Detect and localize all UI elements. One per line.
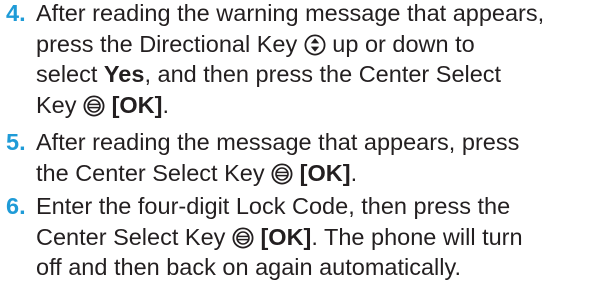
step-text: Enter the four-digit Lock Code, then pre… bbox=[36, 191, 588, 283]
instruction-page: 4. After reading the warning message tha… bbox=[0, 0, 590, 284]
text-line: press the Directional Key up or down to bbox=[36, 30, 475, 57]
ok-label: [OK] bbox=[299, 159, 351, 186]
center-select-key-icon bbox=[83, 95, 105, 117]
text-line: select Yes, and then press the Center Se… bbox=[36, 61, 502, 88]
step-5: 5. After reading the message that appear… bbox=[6, 127, 588, 188]
center-select-key-icon bbox=[271, 163, 293, 185]
step-text: After reading the message that appears, … bbox=[36, 127, 588, 188]
text-line: After reading the message that appears, … bbox=[36, 129, 520, 155]
text-line: off and then back on again automatically… bbox=[36, 254, 462, 281]
step-4: 4. After reading the warning message tha… bbox=[6, 0, 588, 121]
step-number: 5. bbox=[6, 129, 26, 155]
step-number: 4. bbox=[6, 0, 26, 26]
step-text: After reading the warning message that a… bbox=[36, 0, 588, 121]
directional-key-icon bbox=[304, 34, 326, 56]
text-line: Key [OK]. bbox=[36, 92, 169, 119]
step-6: 6. Enter the four-digit Lock Code, then … bbox=[6, 191, 588, 283]
ok-label: [OK] bbox=[111, 92, 163, 119]
text-line: After reading the warning message that a… bbox=[36, 0, 545, 26]
text-line: Enter the four-digit Lock Code, then pre… bbox=[36, 193, 511, 219]
text-line: Center Select Key [OK]. The phone will t… bbox=[36, 223, 523, 250]
text-line: the Center Select Key [OK]. bbox=[36, 159, 358, 186]
ok-label: [OK] bbox=[260, 223, 312, 250]
center-select-key-icon bbox=[232, 227, 254, 249]
step-number: 6. bbox=[6, 193, 26, 219]
emphasis-yes: Yes bbox=[103, 61, 145, 88]
